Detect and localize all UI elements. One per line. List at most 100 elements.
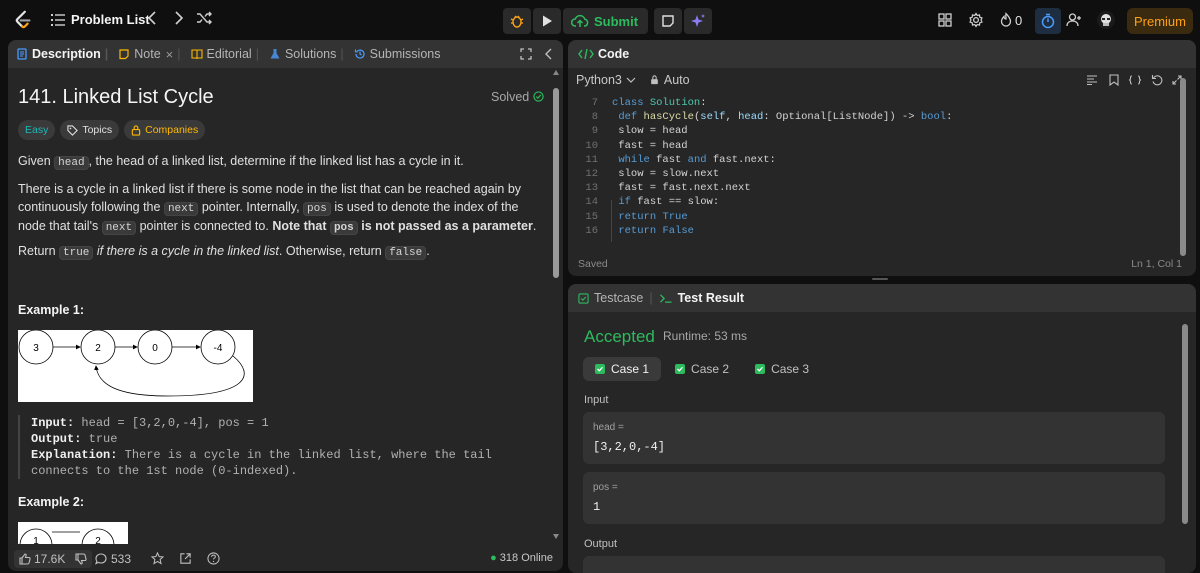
chevron-down-icon xyxy=(626,77,636,83)
line-number: 15 xyxy=(585,210,598,223)
timer-button[interactable] xyxy=(1035,8,1061,34)
bug-icon xyxy=(510,15,524,28)
inline-code: next xyxy=(163,201,199,216)
problem-list-link[interactable]: Problem List xyxy=(71,12,150,27)
stopwatch-icon xyxy=(1041,13,1055,29)
next-problem-button[interactable] xyxy=(171,11,187,29)
tab-solutions[interactable]: Solutions | xyxy=(269,47,350,61)
braces-icon[interactable] xyxy=(1128,75,1142,85)
shuffle-icon xyxy=(197,11,212,25)
check-icon xyxy=(755,364,766,374)
auto-mode-toggle[interactable]: Auto xyxy=(650,73,690,87)
verdict-label: Accepted xyxy=(584,327,655,346)
tab-divider: | xyxy=(649,291,653,305)
scrollbar-thumb[interactable] xyxy=(553,88,559,278)
tab-testcase[interactable]: Testcase xyxy=(578,291,643,305)
bold-text: Note that xyxy=(272,219,330,233)
history-icon xyxy=(354,49,365,59)
streak-flame-icon[interactable] xyxy=(998,12,1014,28)
code-line: 14 if fast == slow: xyxy=(576,195,952,209)
code-line: 12 slow = slow.next xyxy=(576,167,952,181)
code-icon xyxy=(578,48,594,60)
input-head-box: head = [3,2,0,-4] xyxy=(583,412,1165,464)
case-label: Case 2 xyxy=(691,362,730,376)
ai-assist-button[interactable] xyxy=(684,8,713,34)
star-icon[interactable] xyxy=(151,552,164,565)
description-paragraph-1: Given head, the head of a linked list, d… xyxy=(18,153,543,172)
text: pointer is connected to. xyxy=(136,219,273,233)
tab-note[interactable]: Note × | xyxy=(118,47,186,62)
leetcode-logo[interactable] xyxy=(12,9,34,31)
case-tab-3[interactable]: Case 3 xyxy=(743,357,821,381)
example-1-heading: Example 1: xyxy=(18,303,85,317)
tab-test-result[interactable]: Test Result xyxy=(659,291,744,305)
notes-button[interactable] xyxy=(654,8,683,34)
value: true xyxy=(81,432,118,446)
text: Given xyxy=(18,154,55,168)
case-tab-2[interactable]: Case 2 xyxy=(663,357,741,381)
terminal-icon xyxy=(659,293,672,303)
run-button[interactable] xyxy=(533,8,561,34)
companies-button[interactable]: Companies xyxy=(124,120,206,140)
maximize-icon[interactable] xyxy=(520,48,532,60)
save-status: Saved xyxy=(578,258,608,270)
example-1-diagram: 3 2 0 -4 xyxy=(18,330,253,402)
code-panel-title: Code xyxy=(598,47,630,61)
panel-resize-handle[interactable] xyxy=(872,278,888,280)
checkbox-icon xyxy=(578,292,589,304)
tab-divider: | xyxy=(104,47,109,61)
check-icon xyxy=(675,364,686,374)
reset-icon[interactable] xyxy=(1151,74,1163,86)
gear-icon[interactable] xyxy=(968,12,984,28)
premium-button[interactable]: Premium xyxy=(1127,8,1193,34)
code-editor[interactable]: 7 class Solution: 8 def hasCycle(self, he… xyxy=(576,96,952,238)
prev-problem-button[interactable] xyxy=(144,11,160,29)
tab-editorial[interactable]: Editorial | xyxy=(190,47,265,61)
scroll-down-arrow[interactable] xyxy=(553,534,559,539)
cloud-upload-icon xyxy=(571,14,589,27)
topics-button[interactable]: Topics xyxy=(60,120,120,140)
description-scrollbar[interactable] xyxy=(553,70,559,540)
line-number: 13 xyxy=(585,182,598,195)
submit-label: Submit xyxy=(594,13,639,29)
label: Output: xyxy=(31,432,82,446)
close-tab-icon[interactable]: × xyxy=(166,47,174,62)
text: . xyxy=(426,244,430,258)
note-icon xyxy=(119,49,129,60)
tab-description[interactable]: Description | xyxy=(16,47,114,61)
line-number: 7 xyxy=(591,97,598,109)
format-icon[interactable] xyxy=(1086,75,1098,85)
random-problem-button[interactable] xyxy=(196,11,212,29)
list-icon[interactable] xyxy=(51,14,65,26)
language-select[interactable]: Python3 xyxy=(576,73,636,87)
layout-grid-icon[interactable] xyxy=(937,12,953,28)
code-line: 16 return False xyxy=(576,224,952,238)
share-icon[interactable] xyxy=(179,552,192,565)
tab-label: Testcase xyxy=(594,291,644,305)
code-scrollbar-thumb[interactable] xyxy=(1180,78,1186,256)
tab-divider: | xyxy=(177,47,181,61)
debug-button[interactable] xyxy=(503,8,531,34)
description-paragraph-3: Return true if there is a cycle in the l… xyxy=(18,243,543,262)
comments-button[interactable]: 533 xyxy=(95,552,131,566)
avatar[interactable] xyxy=(1097,11,1115,29)
label: Input: xyxy=(31,416,75,430)
submit-button[interactable]: Submit xyxy=(563,8,649,34)
indent-guide xyxy=(611,200,612,242)
left-tab-bar: Description | Note × | Editorial | Solut… xyxy=(8,40,563,68)
case-tabs: Case 1 Case 2 Case 3 xyxy=(583,357,823,381)
test-scrollbar-thumb[interactable] xyxy=(1182,324,1188,524)
check-circle-icon xyxy=(533,91,544,102)
book-icon xyxy=(190,49,203,60)
line-number: 8 xyxy=(591,111,598,124)
tab-submissions[interactable]: Submissions xyxy=(354,47,441,61)
case-tab-1[interactable]: Case 1 xyxy=(583,357,662,381)
input-line: Input: head = [3,2,0,-4], pos = 1 xyxy=(31,415,538,431)
add-user-icon[interactable] xyxy=(1066,12,1082,28)
scroll-up-arrow[interactable] xyxy=(553,70,559,75)
case-label: Case 1 xyxy=(611,362,650,376)
bookmark-icon[interactable] xyxy=(1109,74,1119,86)
help-icon[interactable] xyxy=(207,552,220,565)
like-button[interactable]: 17.6K xyxy=(14,550,93,568)
collapse-left-icon[interactable] xyxy=(544,48,554,60)
